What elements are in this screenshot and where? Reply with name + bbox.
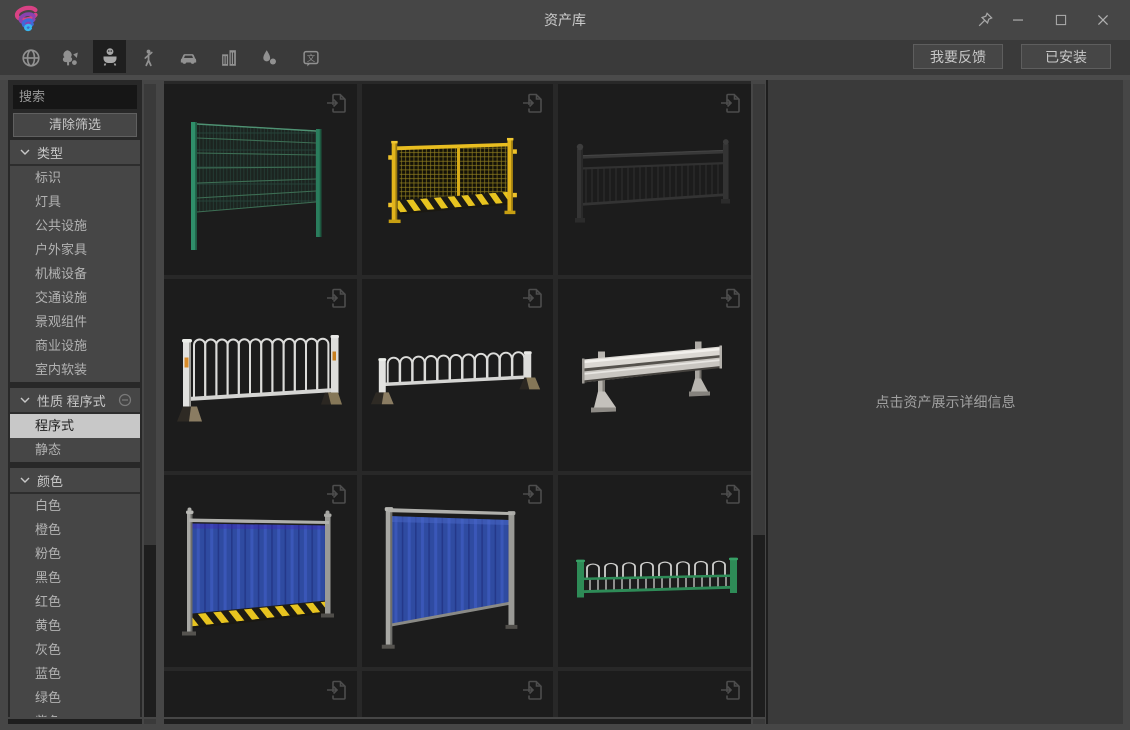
filter-item[interactable]: 机械设备 [10, 262, 140, 286]
asset-cell-green-garden-fence[interactable] [558, 475, 751, 667]
filter-item[interactable]: 程序式 [10, 414, 140, 438]
sidebar-scrollbar-thumb[interactable] [144, 84, 156, 545]
section-header-color[interactable]: 颜色 [10, 468, 140, 494]
filter-item[interactable]: 黄色 [10, 614, 140, 638]
export-icon[interactable] [718, 677, 744, 703]
search-input[interactable]: 搜索 [13, 85, 137, 109]
section-header-type[interactable]: 类型 [10, 140, 140, 166]
export-icon[interactable] [718, 285, 744, 311]
chevron-down-icon [20, 149, 30, 155]
svg-text:文: 文 [306, 52, 314, 62]
export-icon[interactable] [520, 90, 546, 116]
sidebar-scrollbar[interactable] [144, 84, 156, 717]
filter-item[interactable]: 白色 [10, 494, 140, 518]
filter-item[interactable]: 标识 [10, 166, 140, 190]
feedback-button[interactable]: 我要反馈 [913, 44, 1003, 69]
filter-item[interactable]: 静态 [10, 438, 140, 462]
grid-scrollbar-thumb[interactable] [753, 84, 765, 535]
grid-scrollbar[interactable] [753, 84, 765, 717]
section-title: 性质 程序式 [37, 391, 106, 410]
export-icon[interactable] [324, 677, 350, 703]
water-drop-icon [258, 47, 280, 69]
filter-item[interactable]: 粉色 [10, 542, 140, 566]
filter-item[interactable]: 交通设施 [10, 286, 140, 310]
asset-cell-empty[interactable] [362, 671, 553, 717]
sidebar-scroll-corner [144, 719, 156, 724]
tab-signs[interactable]: 文 [294, 42, 327, 73]
filter-item[interactable]: 紫色 [10, 710, 140, 717]
tab-vehicles[interactable] [172, 42, 205, 73]
export-icon[interactable] [324, 285, 350, 311]
building-icon [218, 47, 240, 69]
filter-item[interactable]: 灯具 [10, 190, 140, 214]
asset-cell-yellow-construction-barrier[interactable] [362, 84, 553, 275]
export-icon[interactable] [520, 677, 546, 703]
asset-cell-blue-hoarding-plain[interactable] [362, 475, 553, 667]
asset-cell-empty[interactable] [164, 671, 357, 717]
grid-hscroll-track[interactable] [164, 719, 751, 724]
asset-cell-empty[interactable] [558, 671, 751, 717]
filter-item[interactable]: 户外家具 [10, 238, 140, 262]
titlebar: 资产库 [0, 0, 1130, 40]
tab-buildings[interactable] [212, 42, 245, 73]
filter-item[interactable]: 橙色 [10, 518, 140, 542]
filter-item[interactable]: 绿色 [10, 686, 140, 710]
installed-button[interactable]: 已安装 [1021, 44, 1111, 69]
filter-item[interactable]: 红色 [10, 590, 140, 614]
filter-item[interactable]: 蓝色 [10, 662, 140, 686]
toolbar: 文 我要反馈 已安装 [0, 40, 1130, 75]
chevron-down-icon [20, 397, 30, 403]
tab-people[interactable] [132, 42, 165, 73]
export-icon[interactable] [520, 481, 546, 507]
asset-grid [164, 81, 751, 717]
asset-cell-black-railing[interactable] [558, 84, 751, 275]
globe-icon [20, 47, 42, 69]
section-title: 类型 [37, 143, 63, 162]
remove-filter-icon[interactable] [118, 393, 132, 410]
asset-cell-blue-hoarding-hazard[interactable] [164, 475, 357, 667]
sidebar-hscroll-track[interactable] [8, 719, 142, 724]
person-icon [138, 47, 160, 69]
tab-globe[interactable] [14, 42, 47, 73]
filter-section-nature: 性质 程序式 程序式静态 [10, 388, 140, 462]
detail-panel: 点击资产展示详细信息 [768, 80, 1123, 724]
furniture-bath-icon [98, 45, 122, 69]
asset-cell-highway-guardrail[interactable] [558, 279, 751, 471]
filter-item[interactable]: 商业设施 [10, 334, 140, 358]
grid-scroll-corner [753, 719, 765, 724]
filter-section-color: 颜色 白色橙色粉色黑色红色黄色灰色蓝色绿色紫色 [10, 468, 140, 717]
clear-filters-button[interactable]: 清除筛选 [13, 113, 137, 137]
export-icon[interactable] [718, 481, 744, 507]
chevron-down-icon [20, 477, 30, 483]
asset-cell-green-wire-mesh-fence[interactable] [164, 84, 357, 275]
minimize-icon[interactable] [1006, 8, 1030, 32]
tab-materials[interactable] [252, 42, 285, 73]
filter-section-type: 类型 标识灯具公共设施户外家具机械设备交通设施景观组件商业设施室内软装 [10, 140, 140, 382]
filter-item[interactable]: 黑色 [10, 566, 140, 590]
asset-cell-white-u-loop-fence-large[interactable] [164, 279, 357, 471]
pin-icon[interactable] [973, 8, 997, 32]
section-title: 颜色 [37, 471, 63, 490]
filter-item[interactable]: 景观组件 [10, 310, 140, 334]
filter-sidebar: 搜索 清除筛选 类型 标识灯具公共设施户外家具机械设备交通设施景观组件商业设施室… [8, 80, 142, 717]
sign-badge-icon: 文 [300, 47, 322, 69]
window-title: 资产库 [0, 0, 1130, 40]
export-icon[interactable] [324, 90, 350, 116]
export-icon[interactable] [324, 481, 350, 507]
maximize-icon[interactable] [1049, 8, 1073, 32]
filter-item[interactable]: 公共设施 [10, 214, 140, 238]
export-icon[interactable] [520, 285, 546, 311]
section-header-nature[interactable]: 性质 程序式 [10, 388, 140, 414]
asset-cell-white-u-loop-fence-small[interactable] [362, 279, 553, 471]
export-icon[interactable] [718, 90, 744, 116]
filter-item[interactable]: 灰色 [10, 638, 140, 662]
filter-item[interactable]: 室内软装 [10, 358, 140, 382]
detail-panel-placeholder: 点击资产展示详细信息 [876, 392, 1016, 412]
close-icon[interactable] [1091, 8, 1115, 32]
car-icon [177, 46, 200, 69]
tab-nature[interactable] [53, 42, 86, 73]
tree-icon [59, 47, 81, 69]
tab-furniture[interactable] [93, 40, 126, 73]
